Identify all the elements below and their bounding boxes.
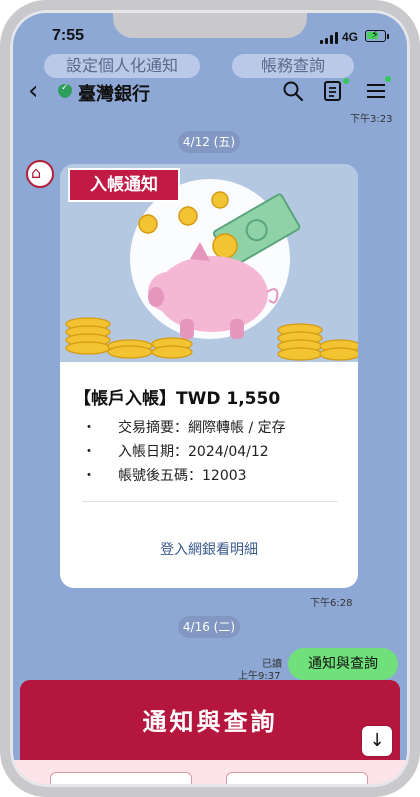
arrow-down-icon[interactable]: ↓	[362, 726, 392, 756]
rich-menu-item[interactable]	[226, 772, 368, 787]
rich-menu-label: 通知與查詢	[142, 708, 278, 736]
signal-icon	[320, 32, 340, 44]
date-separator: 4/12 (五)	[178, 131, 240, 153]
rich-menu-banner[interactable]: 通知與查詢	[20, 680, 400, 760]
date-separator: 4/16 (二)	[178, 616, 240, 638]
rich-menu-bottom	[10, 760, 410, 787]
card-line: ・交易摘要：網際轉帳 / 定存	[82, 420, 286, 436]
bank-avatar[interactable]: ⌂	[26, 160, 54, 188]
status-time: 7:55	[52, 27, 85, 44]
back-icon[interactable]: ‹	[28, 76, 38, 106]
card-title: 【帳戶入帳】TWD 1,550	[74, 389, 281, 409]
shield-check-icon: ✓	[58, 83, 72, 98]
message-timestamp: 下午3:23	[350, 114, 393, 125]
notes-badge	[343, 78, 349, 84]
menu-badge	[385, 76, 391, 82]
status-bar: 7:55 4G ⚡	[10, 10, 410, 52]
notch	[113, 10, 307, 38]
card-line: ・帳號後五碼：12003	[82, 468, 247, 484]
battery-icon: ⚡	[365, 28, 386, 42]
search-icon[interactable]	[282, 80, 304, 102]
view-details-link[interactable]: 登入網銀看明細	[60, 539, 358, 559]
menu-icon[interactable]	[365, 80, 387, 102]
card-line: ・入帳日期：2024/04/12	[82, 444, 269, 460]
notification-card: 入帳通知 【帳戶入帳】TWD 1,550 ・交易摘要：網際轉帳 / 定存 ・入帳…	[60, 164, 358, 588]
deposit-notice-tag: 入帳通知	[68, 168, 180, 202]
card-timestamp: 下午6:28	[310, 598, 353, 609]
notes-icon[interactable]	[322, 80, 344, 102]
my-message-bubble[interactable]: 通知與查詢	[288, 648, 398, 680]
rich-menu-item[interactable]	[50, 772, 192, 787]
battery-tip	[387, 34, 389, 39]
phone-frame: 7:55 4G ⚡ 設定個人化通知 帳務查詢 ‹ ✓ 臺灣銀行 下午3:23 4…	[0, 0, 420, 797]
chat-header: ‹ ✓ 臺灣銀行	[10, 68, 410, 114]
chat-title: 臺灣銀行	[78, 84, 150, 105]
divider	[82, 501, 338, 502]
network-label: 4G	[342, 30, 359, 44]
